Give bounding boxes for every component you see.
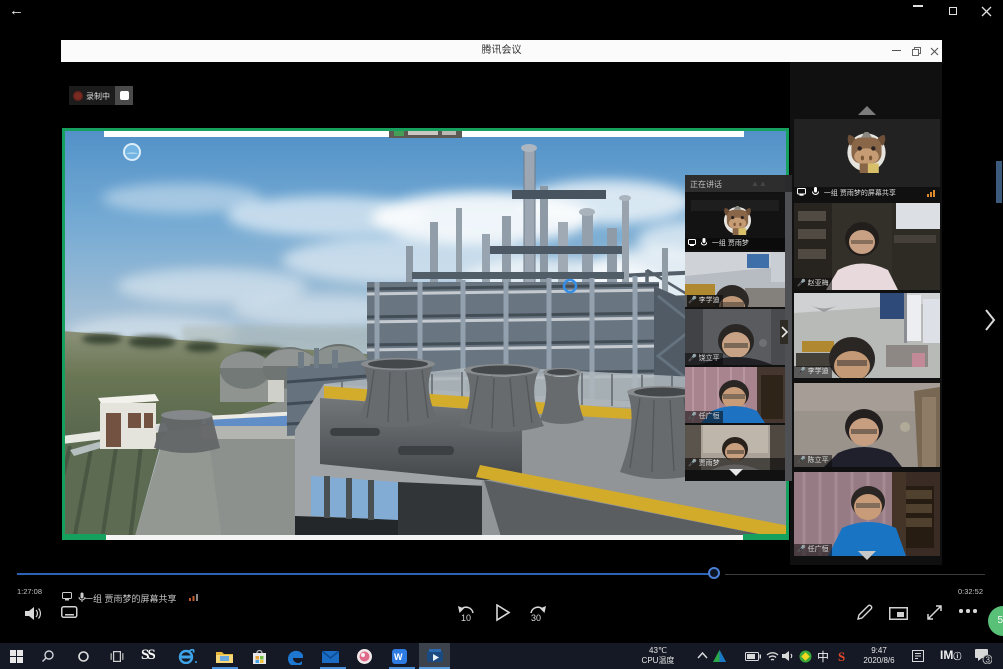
svg-text:W: W	[394, 652, 403, 662]
svg-text:30: 30	[531, 613, 541, 623]
svg-text:3: 3	[986, 656, 991, 665]
svg-text:10: 10	[461, 613, 471, 623]
svg-text:S: S	[838, 649, 845, 663]
